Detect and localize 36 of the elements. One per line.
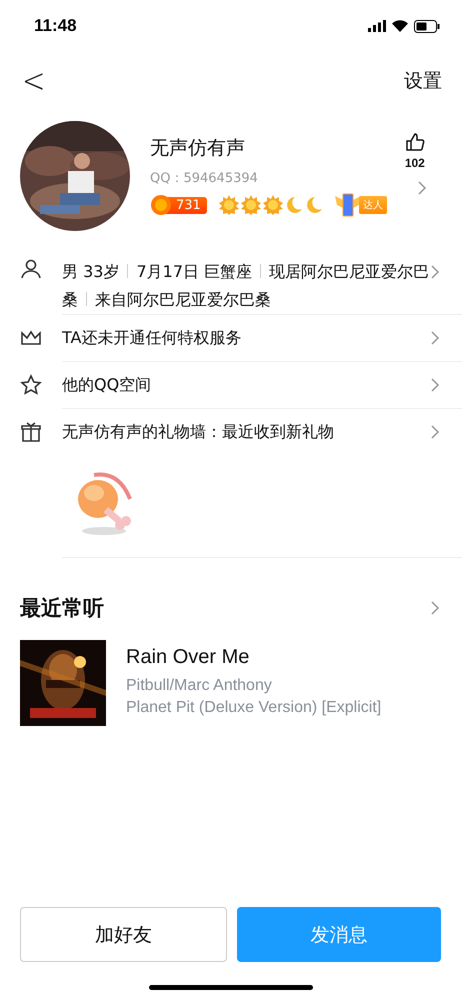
chevron-icon: [430, 600, 440, 616]
moon-icon: [284, 195, 303, 215]
gift-icon: [20, 421, 42, 443]
section-title: 最近常听: [20, 595, 104, 622]
phone-wing-icon: [334, 193, 361, 217]
settings-button[interactable]: 设置: [404, 68, 442, 94]
song-album: Planet Pit (Deluxe Version) [Explicit]: [126, 699, 382, 717]
status-time: 11:48: [34, 16, 77, 36]
battery-icon: [414, 20, 440, 32]
song-artist: Pitbull/Marc Anthony: [126, 677, 273, 695]
chevron-icon: [430, 330, 440, 346]
talent-badge: 达人: [358, 196, 387, 214]
qq-number: QQ：594645394: [150, 170, 259, 187]
star-icon: [20, 374, 42, 396]
chevron-icon: [430, 264, 440, 280]
profile-details[interactable]: 男 33岁 7月17日 巨蟹座 现居阿尔巴尼亚爱尔巴桑 来自阿尔巴尼亚爱尔巴桑: [62, 258, 430, 314]
back-button[interactable]: <: [18, 64, 50, 98]
like-count: 102: [404, 156, 425, 170]
profile-name: 无声仿有声: [150, 136, 246, 161]
chevron-icon: [416, 180, 427, 196]
chevron-icon: [430, 424, 440, 440]
sun-icon: [262, 195, 283, 215]
thumbs-up-icon[interactable]: [404, 132, 425, 152]
sun-icon: [218, 195, 239, 215]
chevron-icon: [430, 377, 440, 393]
add-friend-button[interactable]: 加好友: [20, 907, 226, 962]
person-icon: [20, 258, 42, 280]
moon-icon: [304, 195, 323, 215]
signal-icon: [368, 20, 386, 32]
song-title: Rain Over Me: [126, 646, 250, 669]
menu-label[interactable]: 无声仿有声的礼物墙：最近收到新礼物: [62, 418, 430, 446]
menu-label[interactable]: TA还未开通任何特权服务: [62, 324, 430, 352]
sun-icon: [240, 195, 261, 215]
flame-icon: [150, 194, 172, 216]
menu-label[interactable]: 他的QQ空间: [62, 371, 430, 399]
wifi-icon: [392, 20, 408, 32]
